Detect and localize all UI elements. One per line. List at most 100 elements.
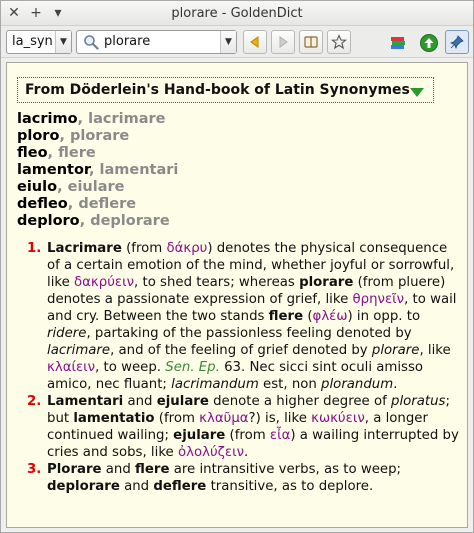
definition-text: ?) is, like <box>248 411 312 426</box>
definition-text: ) in opp. to <box>347 309 421 324</box>
definition-text: , to shed tears; whereas <box>134 275 300 290</box>
headword-main: eiulo <box>17 179 58 195</box>
up-icon[interactable] <box>419 33 439 53</box>
headword-main: defleo <box>17 196 68 212</box>
definition-text: transitive, as to deplore. <box>206 479 374 494</box>
collapse-triangle-icon[interactable] <box>410 88 424 97</box>
definition-number: 3. <box>27 462 42 477</box>
definition-list: 1. Lacrimare (from δάκρυ) denotes the phy… <box>27 240 459 495</box>
bold-term: deflere <box>153 479 207 494</box>
italic-term: plorandum <box>321 377 394 392</box>
definition-text: and <box>123 394 157 409</box>
toolbar: la_syn ▼ plorare ▼ <box>1 26 473 58</box>
headword-separator: , <box>59 128 70 144</box>
headword-separator: , <box>57 179 68 195</box>
headword-alt: deflere <box>78 196 137 212</box>
back-button[interactable] <box>243 30 267 54</box>
reference-link[interactable]: Sen. Ep. <box>165 360 220 375</box>
forward-icon <box>279 36 288 48</box>
definition-text: ( <box>303 309 313 324</box>
bold-term: ejulare <box>156 394 209 409</box>
pin-button[interactable] <box>445 30 469 54</box>
greek-link[interactable]: κλαίειν <box>47 360 95 375</box>
forward-button[interactable] <box>271 30 295 54</box>
group-select-value: la_syn <box>12 34 53 49</box>
chevron-down-icon[interactable]: ▼ <box>220 31 236 53</box>
headword-alt: lacrimare <box>88 111 166 127</box>
search-combo[interactable]: plorare ▼ <box>76 30 237 54</box>
definition-text: and <box>101 462 136 477</box>
definition-text: , like <box>419 343 451 358</box>
greek-link[interactable]: δάκρυ <box>166 241 207 256</box>
greek-link[interactable]: κωκύειν <box>311 411 365 426</box>
bold-term: Plorare <box>47 462 102 477</box>
headword-list: lacrimo, lacrimare ploro, plorare fleo, fl… <box>17 111 178 230</box>
italic-term: ploratus <box>391 394 446 409</box>
headword-alt: deplorare <box>90 213 170 229</box>
italic-term: lacrimandum <box>171 377 259 392</box>
bold-term: flere <box>135 462 170 477</box>
definition-text: est, non <box>258 377 322 392</box>
headword-separator: , <box>77 111 89 127</box>
scan-popup-button[interactable] <box>299 30 323 54</box>
bold-term: flere <box>268 309 304 324</box>
definition-text: denote a higher degree of <box>208 394 392 409</box>
goldendict-window: ✕ + ▾ plorare - GoldenDict la_syn ▼ plor… <box>0 0 474 533</box>
headword-line: fleo, flere <box>17 145 178 162</box>
definition-text: (from <box>121 241 167 256</box>
favorites-button[interactable] <box>327 30 351 54</box>
definition-text: . <box>244 445 249 460</box>
headword-main: ploro <box>17 128 60 144</box>
headword-line: lacrimo, lacrimare <box>17 111 178 128</box>
headword-alt: eiulare <box>67 179 125 195</box>
dictionary-header[interactable]: From Döderlein's Hand-book of Latin Syno… <box>17 77 434 103</box>
dictionaries-icon[interactable] <box>389 34 407 52</box>
greek-link[interactable]: κλαῦμα <box>199 411 248 426</box>
bold-term: lamentatio <box>73 411 155 426</box>
headword-separator: , <box>47 145 59 161</box>
greek-link[interactable]: φλέω <box>313 309 348 324</box>
back-icon <box>250 36 259 48</box>
headword-line: eiulo, eiulare <box>17 179 178 196</box>
star-icon <box>331 34 347 50</box>
headword-separator: , <box>88 162 100 178</box>
headword-alt: lamentari <box>99 162 179 178</box>
search-icon <box>84 35 99 50</box>
italic-term: lacrimare <box>47 343 111 358</box>
greek-link[interactable]: δακρύειν <box>74 275 134 290</box>
headword-line: defleo, deflere <box>17 196 178 213</box>
headword-separator: , <box>79 213 91 229</box>
chevron-down-icon[interactable]: ▼ <box>55 31 71 53</box>
headword-line: deploro, deplorare <box>17 213 178 230</box>
headword-main: deploro <box>17 213 80 229</box>
bold-term: deplorare <box>47 479 120 494</box>
definition-item: 3. Plorare and flere are intransitive ver… <box>27 461 459 495</box>
definition-number: 1. <box>27 241 42 256</box>
definition-item: 2. Lamentari and ejulare denote a higher … <box>27 393 459 461</box>
greek-link[interactable]: θρηνεῖν <box>353 292 405 307</box>
definition-item: 1. Lacrimare (from δάκρυ) denotes the phy… <box>27 240 459 393</box>
article-view[interactable]: From Döderlein's Hand-book of Latin Syno… <box>6 62 468 528</box>
title-bar: ✕ + ▾ plorare - GoldenDict <box>1 1 473 26</box>
bold-term: Lacrimare <box>47 241 122 256</box>
definition-text: . <box>393 377 398 392</box>
headword-main: lacrimo <box>17 111 78 127</box>
definition-text: are intransitive verbs, as to weep; <box>169 462 401 477</box>
definition-text: , to weep. <box>95 360 166 375</box>
definition-text: , partaking of the passionless feeling d… <box>86 326 412 341</box>
italic-term: ridere <box>47 326 87 341</box>
definition-text: , and of the feeling of grief denoted by <box>110 343 372 358</box>
greek-link[interactable]: εἶα <box>270 428 290 443</box>
headword-alt: flere <box>58 145 96 161</box>
definition-number: 2. <box>27 394 42 409</box>
greek-link[interactable]: ὀλολύζειν <box>178 445 244 460</box>
italic-term: plorare <box>371 343 420 358</box>
bold-term: ejulare <box>173 428 226 443</box>
search-input[interactable]: plorare <box>104 34 150 49</box>
group-select[interactable]: la_syn ▼ <box>6 30 72 54</box>
window-title: plorare - GoldenDict <box>171 6 303 21</box>
headword-main: lamentor <box>17 162 89 178</box>
pin-icon <box>449 35 464 50</box>
headword-separator: , <box>67 196 79 212</box>
definition-text: (from <box>154 411 200 426</box>
